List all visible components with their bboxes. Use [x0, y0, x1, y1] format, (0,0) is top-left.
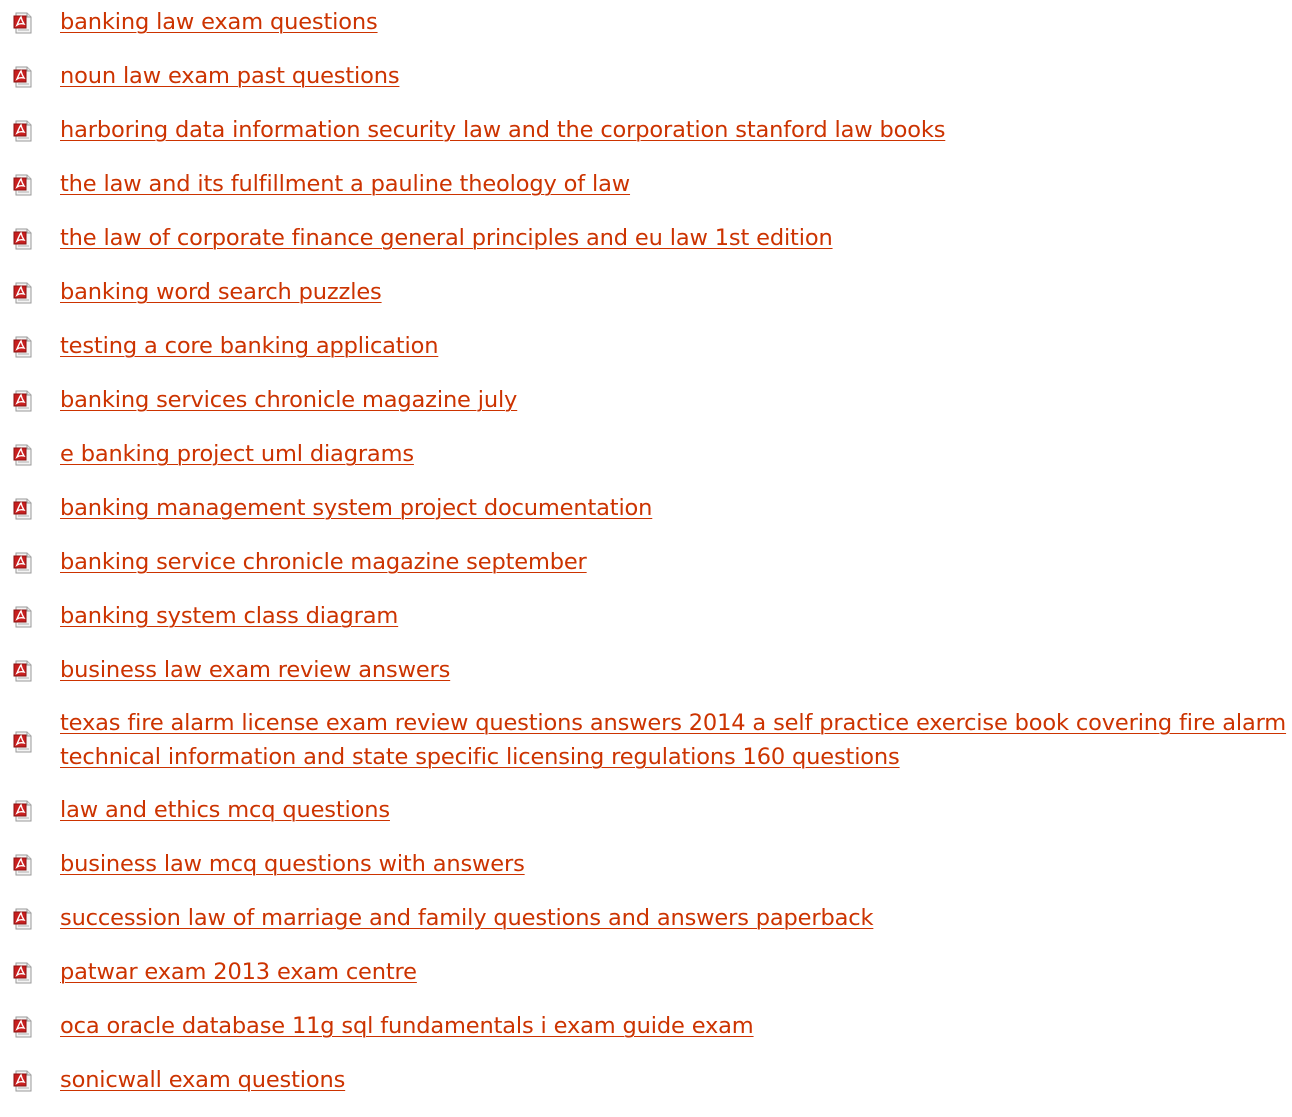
pdf-file-icon [13, 606, 32, 628]
list-item: banking word search puzzles [12, 275, 1288, 311]
list-item: noun law exam past questions [12, 59, 1288, 95]
pdf-file-icon [13, 12, 32, 34]
pdf-link[interactable]: the law of corporate finance general pri… [60, 225, 833, 251]
pdf-link[interactable]: banking word search puzzles [60, 279, 382, 305]
pdf-link[interactable]: banking service chronicle magazine septe… [60, 549, 587, 575]
pdf-link[interactable]: noun law exam past questions [60, 63, 400, 89]
pdf-file-icon [13, 731, 32, 753]
pdf-file-icon [13, 962, 32, 984]
pdf-link[interactable]: texas fire alarm license exam review que… [60, 710, 1286, 770]
list-item: banking law exam questions [12, 5, 1288, 41]
pdf-link[interactable]: banking system class diagram [60, 603, 398, 629]
pdf-link[interactable]: e banking project uml diagrams [60, 441, 414, 467]
list-item: oca oracle database 11g sql fundamentals… [12, 1009, 1288, 1045]
pdf-link[interactable]: banking services chronicle magazine july [60, 387, 517, 413]
list-item: texas fire alarm license exam review que… [12, 707, 1288, 775]
list-item: business law exam review answers [12, 653, 1288, 689]
list-item: testing a core banking application [12, 329, 1288, 365]
list-item: sonicwall exam questions [12, 1063, 1288, 1099]
list-item: succession law of marriage and family qu… [12, 901, 1288, 937]
pdf-file-icon [13, 66, 32, 88]
list-item: patwar exam 2013 exam centre [12, 955, 1288, 991]
list-item: business law mcq questions with answers [12, 847, 1288, 883]
pdf-link[interactable]: banking management system project docume… [60, 495, 652, 521]
pdf-file-icon [13, 800, 32, 822]
pdf-link[interactable]: banking law exam questions [60, 9, 378, 35]
pdf-link[interactable]: patwar exam 2013 exam centre [60, 959, 417, 985]
list-item: harboring data information security law … [12, 113, 1288, 149]
list-item: the law of corporate finance general pri… [12, 221, 1288, 257]
pdf-file-icon [13, 660, 32, 682]
pdf-link[interactable]: succession law of marriage and family qu… [60, 905, 874, 931]
pdf-link[interactable]: sonicwall exam questions [60, 1067, 345, 1093]
pdf-link[interactable]: law and ethics mcq questions [60, 797, 390, 823]
pdf-file-icon [13, 854, 32, 876]
pdf-file-icon [13, 498, 32, 520]
pdf-file-icon [13, 282, 32, 304]
pdf-file-icon [13, 228, 32, 250]
list-item: banking services chronicle magazine july [12, 383, 1288, 419]
pdf-file-icon [13, 1070, 32, 1092]
pdf-link[interactable]: business law exam review answers [60, 657, 450, 683]
list-item: the law and its fulfillment a pauline th… [12, 167, 1288, 203]
pdf-link[interactable]: testing a core banking application [60, 333, 438, 359]
pdf-file-icon [13, 120, 32, 142]
list-item: banking service chronicle magazine septe… [12, 545, 1288, 581]
pdf-link[interactable]: business law mcq questions with answers [60, 851, 525, 877]
pdf-link[interactable]: harboring data information security law … [60, 117, 945, 143]
pdf-link[interactable]: the law and its fulfillment a pauline th… [60, 171, 630, 197]
pdf-file-icon [13, 1016, 32, 1038]
pdf-file-icon [13, 174, 32, 196]
list-item: law and ethics mcq questions [12, 793, 1288, 829]
pdf-link[interactable]: oca oracle database 11g sql fundamentals… [60, 1013, 754, 1039]
list-item: banking system class diagram [12, 599, 1288, 635]
pdf-link-list: banking law exam questions noun law exam… [12, 0, 1288, 1117]
pdf-file-icon [13, 552, 32, 574]
pdf-file-icon [13, 908, 32, 930]
list-item: banking management system project docume… [12, 491, 1288, 527]
pdf-file-icon [13, 336, 32, 358]
list-item: e banking project uml diagrams [12, 437, 1288, 473]
pdf-file-icon [13, 390, 32, 412]
pdf-file-icon [13, 444, 32, 466]
